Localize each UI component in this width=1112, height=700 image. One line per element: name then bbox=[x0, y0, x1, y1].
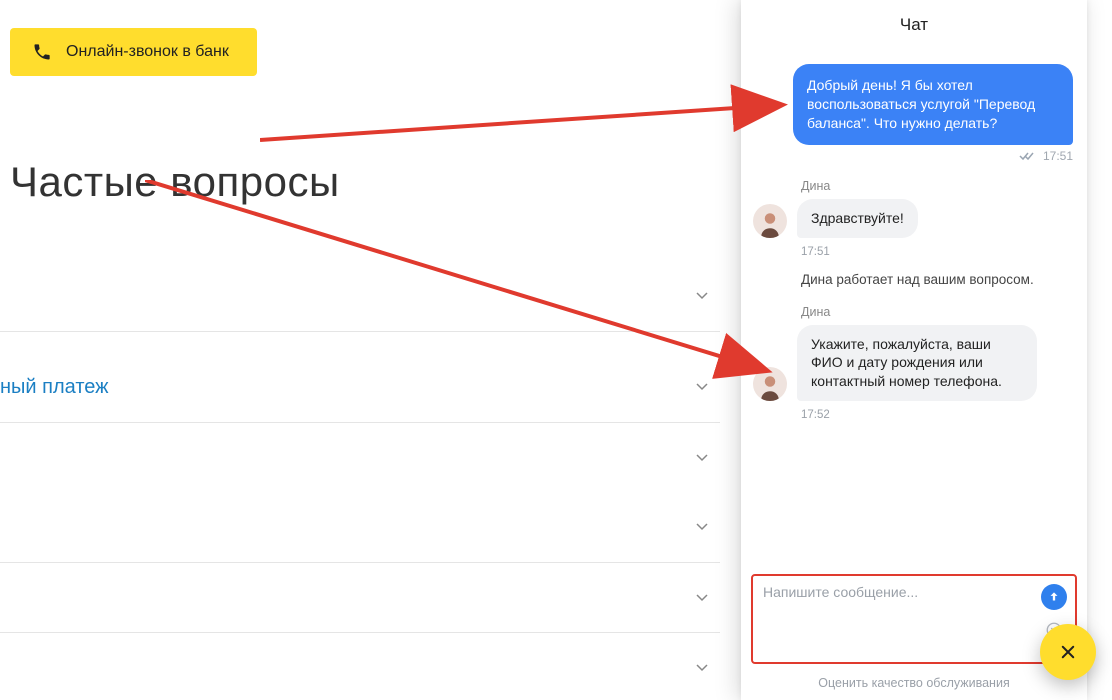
message-bubble: Здравствуйте! bbox=[797, 199, 918, 238]
chevron-down-icon bbox=[696, 378, 708, 396]
chat-message-incoming: Укажите, пожалуйста, ваши ФИО и дату рож… bbox=[753, 325, 1075, 402]
input-placeholder: Напишите сообщение... bbox=[763, 584, 918, 600]
chevron-down-icon bbox=[696, 449, 708, 467]
agent-name: Дина bbox=[801, 305, 1075, 319]
chevron-down-icon bbox=[696, 287, 708, 305]
chevron-down-icon bbox=[696, 589, 708, 607]
close-chat-button[interactable] bbox=[1040, 624, 1096, 680]
chat-message-incoming: Здравствуйте! bbox=[753, 199, 1075, 238]
phone-icon bbox=[32, 42, 52, 62]
page-title: Частые вопросы bbox=[10, 158, 340, 206]
chevron-down-icon bbox=[696, 659, 708, 677]
faq-row[interactable] bbox=[0, 492, 720, 562]
chat-panel: Чат Добрый день! Я бы хотел воспользоват… bbox=[741, 0, 1087, 700]
faq-row[interactable] bbox=[0, 632, 720, 700]
rate-service-link[interactable]: Оценить качество обслуживания bbox=[741, 670, 1087, 700]
faq-row[interactable] bbox=[0, 422, 720, 492]
faq-row-label: ный платеж bbox=[0, 376, 109, 399]
chat-input-area: Напишите сообщение... bbox=[741, 568, 1087, 670]
online-call-label: Онлайн-звонок в банк bbox=[66, 43, 229, 61]
main-content: Онлайн-звонок в банк Частые вопросы ный … bbox=[0, 0, 735, 700]
chat-input[interactable]: Напишите сообщение... bbox=[751, 574, 1077, 664]
faq-row[interactable] bbox=[0, 260, 720, 332]
read-ticks-icon bbox=[1019, 151, 1037, 161]
chat-title: Чат bbox=[741, 0, 1087, 50]
avatar bbox=[753, 204, 787, 238]
system-message: Дина работает над вашим вопросом. bbox=[801, 272, 1075, 287]
chevron-down-icon bbox=[696, 518, 708, 536]
message-time: 17:51 bbox=[1043, 149, 1073, 163]
agent-name: Дина bbox=[801, 179, 1075, 193]
chat-messages: Добрый день! Я бы хотел воспользоваться … bbox=[741, 50, 1087, 568]
faq-row[interactable] bbox=[0, 562, 720, 632]
message-bubble: Добрый день! Я бы хотел воспользоваться … bbox=[793, 64, 1073, 145]
faq-row[interactable]: ный платеж bbox=[0, 352, 720, 422]
send-button[interactable] bbox=[1041, 584, 1067, 610]
message-time: 17:51 bbox=[801, 246, 1075, 258]
message-bubble: Укажите, пожалуйста, ваши ФИО и дату рож… bbox=[797, 325, 1037, 402]
close-icon bbox=[1059, 643, 1077, 661]
chat-message-outgoing: Добрый день! Я бы хотел воспользоваться … bbox=[793, 64, 1073, 163]
avatar bbox=[753, 367, 787, 401]
message-time: 17:52 bbox=[801, 409, 1075, 421]
online-call-button[interactable]: Онлайн-звонок в банк bbox=[10, 28, 257, 76]
